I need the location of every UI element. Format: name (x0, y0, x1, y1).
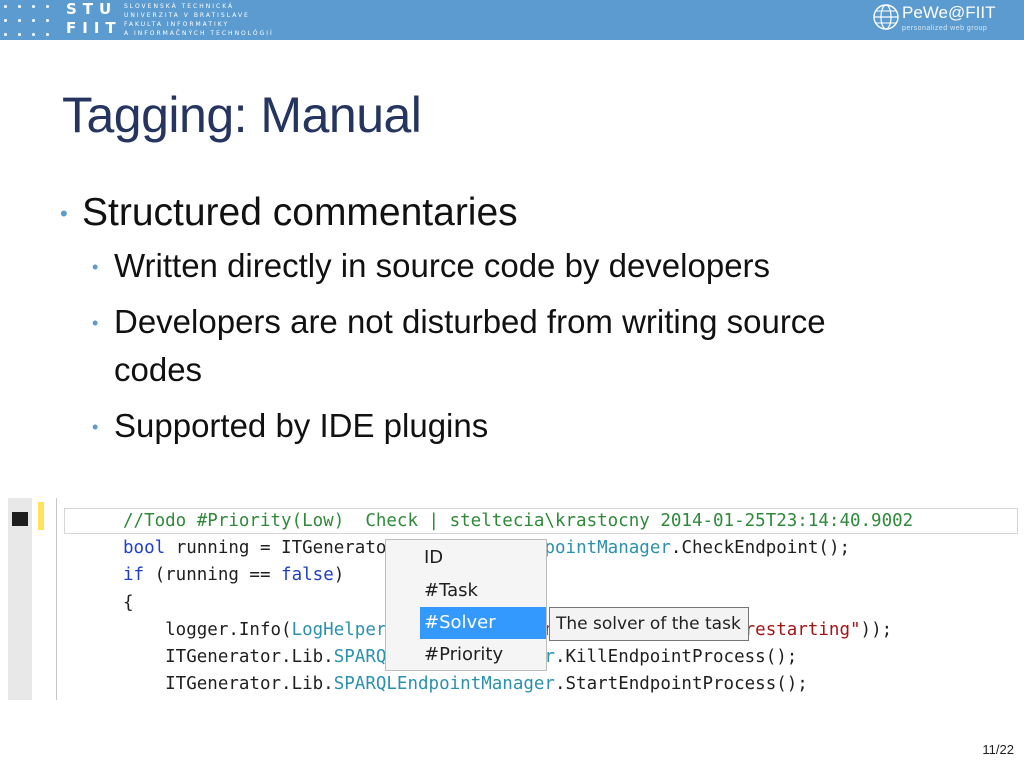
pewe-title: PeWe@FIIT (902, 3, 996, 22)
code-token: bool (123, 538, 166, 559)
bullet-level2: • Supported by IDE plugins (90, 402, 894, 450)
bullet-text: Supported by IDE plugins (114, 407, 489, 444)
fiit-text: FIIT (66, 19, 122, 37)
page-number: 11/22 (982, 742, 1014, 757)
dot-grid-logo (4, 3, 58, 37)
bullet-level2: • Developers are not disturbed from writ… (90, 298, 874, 394)
code-token: LogHelper (291, 619, 387, 640)
autocomplete-item[interactable]: #Task (420, 575, 546, 607)
code-token: )); (860, 619, 893, 640)
bullet-text: Structured commentaries (82, 191, 518, 234)
code-token: .KillEndpointProcess(); (554, 646, 798, 667)
bullet-level2: • Written directly in source code by dev… (90, 242, 894, 290)
bullet-dot-icon: • (60, 201, 68, 226)
code-lines: //Todo #Priority(Low) Check | steltecia\… (123, 508, 1018, 698)
change-indicator (38, 502, 44, 530)
code-token: .CheckEndpoint(); (670, 538, 851, 559)
autocomplete-popup: ID #Task #Solver #Priority (385, 539, 547, 671)
bullet-dot-icon: • (92, 313, 99, 333)
code-line: ITGenerator.Lib.SPARQLEndpointManager.Ki… (123, 644, 1018, 671)
pewe-subtitle: personalized web group (902, 25, 988, 32)
university-name: Slovenská technická univerzita v Bratisl… (124, 2, 274, 38)
autocomplete-item-selected[interactable]: #Solver (420, 607, 546, 639)
bullet-list: • Structured commentaries • Written dire… (58, 190, 958, 458)
code-token: false (281, 565, 334, 586)
bullet-level1: • Structured commentaries (58, 190, 958, 236)
autocomplete-tooltip: The solver of the task (549, 607, 749, 641)
code-token: logger.Info( (123, 619, 292, 640)
slide-title: Tagging: Manual (62, 87, 422, 143)
code-token: SPARQLEndpointManager (333, 674, 555, 695)
university-line-3: Fakulta informatiky (124, 21, 230, 28)
code-token: { (123, 592, 134, 613)
globe-icon (873, 4, 899, 30)
editor-margin (8, 498, 32, 700)
autocomplete-item[interactable]: ID (420, 542, 546, 574)
code-token: ) (333, 565, 345, 586)
bullet-dot-icon: • (92, 417, 99, 437)
autocomplete-item[interactable]: #Priority (420, 639, 546, 671)
header-band: STU FIIT Slovenská technická univerzita … (0, 0, 1024, 40)
code-line: bool running = ITGenerator.Lib.SPARQLEnd… (123, 535, 1018, 562)
code-line: //Todo #Priority(Low) Check | steltecia\… (123, 508, 1018, 535)
breakpoint-marker-icon (12, 512, 28, 526)
stu-text: STU (66, 0, 118, 18)
code-token: (running == (144, 565, 282, 586)
university-line-2: univerzita v Bratislave (124, 12, 250, 19)
code-token: .StartEndpointProcess(); (554, 674, 808, 695)
stu-fiit-logo-text: STU FIIT (66, 0, 122, 38)
bullet-text: Developers are not disturbed from writin… (114, 303, 826, 388)
code-token: ITGenerator.Lib. (123, 674, 334, 695)
bullet-text: Written directly in source code by devel… (114, 247, 771, 284)
margin-divider (56, 498, 57, 700)
pewe-logo: PeWe@FIIT personalized web group (864, 0, 1024, 40)
code-token: ITGenerator.Lib. (123, 646, 334, 667)
code-line: if (running == false) (123, 562, 1018, 589)
code-line: ITGenerator.Lib.SPARQLEndpointManager.St… (123, 671, 1018, 698)
bullet-dot-icon: • (92, 257, 99, 277)
university-line-4: a informačných technológií (124, 30, 274, 37)
university-line-1: Slovenská technická (124, 3, 235, 10)
code-token: //Todo #Priority(Low) Check | steltecia\… (123, 511, 914, 531)
code-token: if (123, 565, 145, 586)
